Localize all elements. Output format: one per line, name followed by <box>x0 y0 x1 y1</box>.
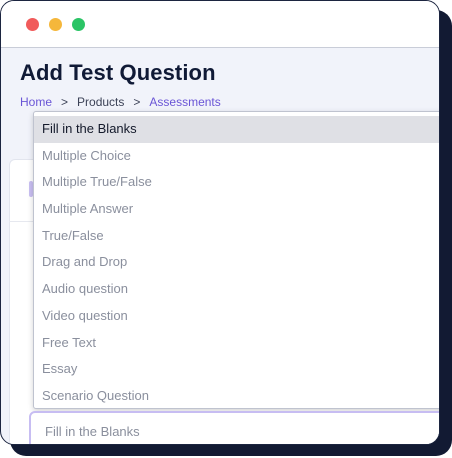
option-multiple-choice[interactable]: Multiple Choice <box>34 143 439 170</box>
title-bar <box>1 1 439 48</box>
option-video-question[interactable]: Video question <box>34 303 439 330</box>
maximize-window-button[interactable] <box>72 18 85 31</box>
page-title: Add Test Question <box>20 60 216 85</box>
option-essay[interactable]: Essay <box>34 356 439 383</box>
option-drag-and-drop[interactable]: Drag and Drop <box>34 249 439 276</box>
question-type-dropdown: Fill in the Blanks Multiple Choice Multi… <box>33 111 439 410</box>
breadcrumb-separator: > <box>133 95 141 109</box>
breadcrumb-assessments[interactable]: Assessments <box>149 95 220 109</box>
breadcrumb-home[interactable]: Home <box>20 95 52 109</box>
option-audio-question[interactable]: Audio question <box>34 276 439 303</box>
option-scenario-question[interactable]: Scenario Question <box>34 383 439 410</box>
option-free-text[interactable]: Free Text <box>34 330 439 357</box>
question-type-select[interactable]: Fill in the Blanks <box>29 411 439 444</box>
minimize-window-button[interactable] <box>49 18 62 31</box>
breadcrumb: Home > Products > Assessments <box>20 95 221 109</box>
app-window: Add Test Question Home > Products > Asse… <box>0 0 440 445</box>
option-true-false[interactable]: True/False <box>34 223 439 250</box>
option-fill-in-the-blanks[interactable]: Fill in the Blanks <box>34 116 439 143</box>
close-window-button[interactable] <box>26 18 39 31</box>
breadcrumb-products[interactable]: Products <box>77 95 124 109</box>
breadcrumb-separator: > <box>61 95 69 109</box>
option-multiple-true-false[interactable]: Multiple True/False <box>34 169 439 196</box>
option-multiple-answer[interactable]: Multiple Answer <box>34 196 439 223</box>
divider <box>9 221 34 222</box>
